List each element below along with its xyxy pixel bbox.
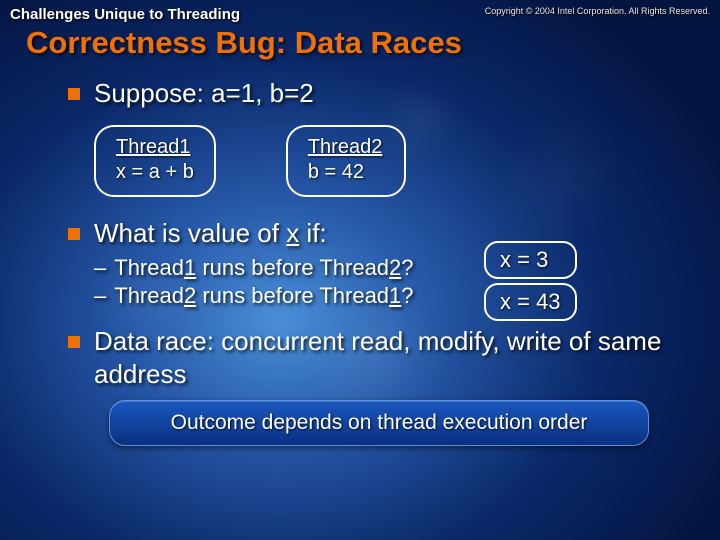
bullet-icon [68, 228, 80, 240]
s1-b: 2 [389, 255, 401, 280]
slide-title: Correctness Bug: Data Races [0, 23, 720, 61]
thread2-box: Thread2 b = 42 [286, 125, 406, 197]
whatis-pre: What is value of [94, 218, 286, 248]
bullet-text: What is value of x if: [94, 217, 327, 251]
s2-b: 1 [389, 283, 401, 308]
slide-content: Suppose: a=1, b=2 Thread1 x = a + b Thre… [0, 61, 720, 446]
scenario-1: – Thread1 runs before Thread2? [94, 255, 690, 281]
answer-stack: x = 3 x = 43 [478, 241, 577, 321]
scenario-2: – Thread2 runs before Thread1? [94, 283, 690, 309]
s2-a: 2 [184, 283, 196, 308]
bullet-icon [68, 336, 80, 348]
bullet-text: Suppose: a=1, b=2 [94, 77, 314, 111]
whatis-post: if: [299, 218, 326, 248]
bullet-suppose: Suppose: a=1, b=2 [68, 77, 690, 111]
s2-mid: runs before Thread [196, 283, 389, 308]
bullet-whatis: What is value of x if: x = 3 x = 43 [68, 217, 690, 251]
section-label: Challenges Unique to Threading [10, 6, 240, 23]
s1-a: 1 [184, 255, 196, 280]
s1-pre: Thread [114, 255, 184, 280]
copyright-text: Copyright © 2004 Intel Corporation. All … [485, 6, 710, 16]
thread1-name: Thread1 [116, 136, 191, 158]
whatis-var: x [286, 218, 299, 248]
s2-q: ? [401, 283, 413, 308]
thread1-expr: x = a + b [116, 161, 194, 183]
dash-icon: – [94, 255, 106, 281]
scenario-list: – Thread1 runs before Thread2? – Thread2… [94, 255, 690, 309]
s2-pre: Thread [114, 283, 184, 308]
thread2-name: Thread2 [308, 136, 383, 158]
bullet-datarace: Data race: concurrent read, modify, writ… [68, 325, 690, 393]
bullet-text: Data race: concurrent read, modify, writ… [94, 325, 690, 393]
thread1-box: Thread1 x = a + b [94, 125, 216, 197]
s1-mid: runs before Thread [196, 255, 389, 280]
dash-icon: – [94, 283, 106, 309]
thread2-expr: b = 42 [308, 161, 364, 183]
header-row: Challenges Unique to Threading Copyright… [0, 0, 720, 23]
outcome-box: Outcome depends on thread execution orde… [109, 400, 649, 446]
bullet-icon [68, 88, 80, 100]
s1-q: ? [401, 255, 413, 280]
thread-boxes: Thread1 x = a + b Thread2 b = 42 [94, 125, 690, 197]
